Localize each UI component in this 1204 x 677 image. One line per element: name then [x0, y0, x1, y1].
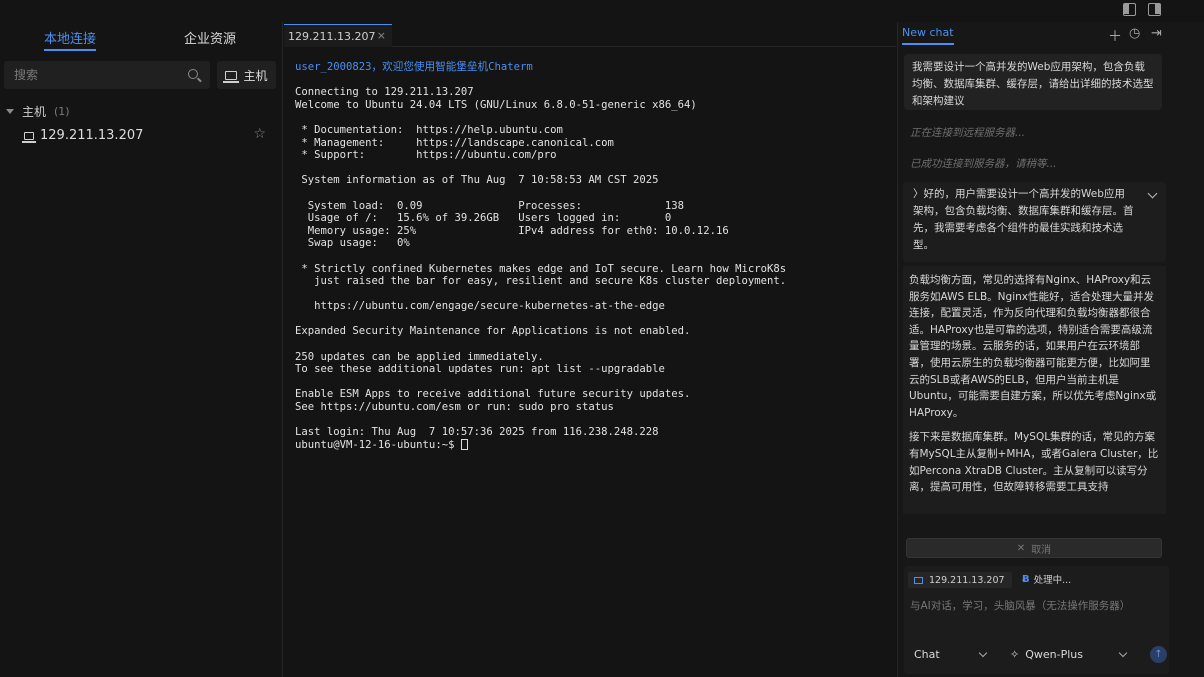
answer-paragraph: 负载均衡方面，常见的选择有Nginx、HAProxy和云服务如AWS ELB。N…	[909, 274, 1157, 419]
close-icon: ✕	[1016, 542, 1026, 554]
terminal-line: Enable ESM Apps to receive additional fu…	[295, 388, 691, 401]
search-icon[interactable]	[188, 69, 198, 79]
laptop-icon	[223, 70, 240, 83]
terminal-line: * Documentation: https://help.ubuntu.com	[295, 123, 563, 136]
cancel-label: 取消	[1031, 544, 1052, 556]
star-icon[interactable]: ☆	[253, 126, 266, 142]
terminal-line: * Strictly confined Kubernetes makes edg…	[295, 262, 787, 275]
host-chip-label: 129.211.13.207	[929, 574, 1005, 586]
chevron-down-icon[interactable]	[1118, 648, 1128, 658]
ai-chat-panel: New chat ＋ ◷ ⇥ 我需要设计一个高并发的Web应用架构，包含负载均衡…	[897, 22, 1204, 677]
terminal-line: 250 updates can be applied immediately.	[295, 350, 544, 363]
send-button[interactable]: ↑	[1150, 646, 1167, 663]
terminal-line: See https://ubuntu.com/esm or run: sudo …	[295, 401, 614, 414]
terminal-line: Expanded Security Maintenance for Applic…	[295, 325, 691, 338]
tab-local-connections[interactable]: 本地连接	[44, 28, 97, 51]
group-label: 主机	[22, 105, 47, 119]
terminal-line: just raised the bar for easy, resilient …	[295, 275, 787, 288]
answer-paragraph: 接下来是数据库集群。MySQL集群的话，常见的方案有MySQL主从复制+MHA，…	[909, 431, 1159, 494]
terminal-line: Last login: Thu Aug 7 10:57:36 2025 from…	[295, 426, 659, 439]
plus-icon[interactable]: ＋	[1108, 26, 1122, 46]
welcome-line: user_2000823，欢迎您使用智能堡垒机Chaterm	[295, 61, 533, 73]
terminal-line: Memory usage: 25% IPv4 address for eth0:…	[295, 224, 729, 237]
terminal-line: Welcome to Ubuntu 24.04 LTS (GNU/Linux 6…	[295, 98, 697, 111]
tab-new-chat[interactable]: New chat	[902, 26, 954, 45]
mode-select[interactable]: Chat	[914, 648, 940, 661]
model-select[interactable]: ✧ Qwen-Plus	[1010, 648, 1083, 661]
prompt-line[interactable]: ubuntu@VM-12-16-ubuntu:~$	[295, 438, 896, 452]
sidebar: 本地连接 企业资源 主机 主机 (1) 129.211.13.207 ☆	[0, 22, 283, 677]
cursor	[460, 438, 468, 450]
laptop-icon	[914, 576, 923, 584]
history-icon[interactable]: ◷	[1129, 26, 1140, 41]
host-button-label: 主机	[243, 68, 268, 83]
host-item-label: 129.211.13.207	[40, 128, 144, 143]
processing-icon: Ƀ	[1022, 573, 1030, 585]
terminal-output: Connecting to 129.211.13.207 Welcome to U…	[295, 74, 896, 439]
host-context-chip[interactable]: 129.211.13.207	[908, 572, 1012, 588]
terminal-line: Connecting to 129.211.13.207	[295, 86, 474, 99]
thinking-block[interactable]: 〉好的，用户需要设计一个高并发的Web应用架构，包含负载均衡、数据库集群和缓存层…	[903, 182, 1166, 262]
toggle-left-panel-icon[interactable]	[1123, 3, 1136, 16]
terminal-line: System load: 0.09 Processes: 138	[295, 199, 685, 212]
terminal-line: Swap usage: 0%	[295, 237, 410, 250]
terminal-tab-bar: 129.211.13.207 ×	[284, 22, 896, 47]
toggle-right-panel-icon[interactable]	[1148, 3, 1161, 16]
terminal[interactable]: user_2000823，欢迎您使用智能堡垒机Chaterm Connectin…	[284, 47, 896, 677]
group-count: (1)	[54, 105, 70, 118]
arrow-up-icon: ↑	[1154, 649, 1163, 660]
processing-label: 处理中...	[1033, 575, 1072, 586]
terminal-line: Usage of /: 15.6% of 39.26GB Users logge…	[295, 212, 672, 225]
search-input[interactable]	[4, 61, 210, 89]
chevron-down-icon[interactable]	[978, 648, 988, 658]
host-group[interactable]: 主机 (1)	[6, 103, 70, 120]
user-message: 我需要设计一个高并发的Web应用架构，包含负载均衡、数据库集群、缓存层，请给出详…	[904, 54, 1162, 110]
terminal-line: https://ubuntu.com/engage/secure-kuberne…	[295, 300, 665, 313]
terminal-tab-label: 129.211.13.207	[288, 29, 376, 43]
close-icon[interactable]: ×	[377, 29, 386, 42]
processing-indicator: Ƀ 处理中...	[1022, 572, 1072, 587]
chat-input-box: 129.211.13.207 Ƀ 处理中... Chat ✧ Qwen-Plus…	[904, 566, 1169, 674]
terminal-line: To see these additional updates run: apt…	[295, 363, 665, 376]
cancel-button[interactable]: ✕ 取消	[906, 538, 1162, 558]
sparkle-icon: ✧	[1010, 648, 1020, 661]
host-item[interactable]: 129.211.13.207 ☆	[22, 126, 274, 143]
host-button[interactable]: 主机	[217, 61, 276, 89]
assistant-answer: 负载均衡方面，常见的选择有Nginx、HAProxy和云服务如AWS ELB。N…	[903, 266, 1166, 514]
title-bar	[0, 0, 1204, 22]
terminal-line: * Support: https://ubuntu.com/pro	[295, 149, 557, 162]
terminal-tab[interactable]: 129.211.13.207 ×	[284, 24, 392, 47]
collapse-icon[interactable]: ⇥	[1151, 26, 1162, 41]
chat-input[interactable]	[910, 600, 1160, 612]
prompt-text: ubuntu@VM-12-16-ubuntu:~$	[295, 438, 461, 451]
thinking-text: 〉好的，用户需要设计一个高并发的Web应用架构，包含负载均衡、数据库集群和缓存层…	[913, 188, 1134, 251]
model-label: Qwen-Plus	[1025, 648, 1083, 661]
status-connecting: 正在连接到远程服务器...	[910, 127, 1026, 139]
laptop-icon	[22, 131, 36, 143]
status-connected: 已成功连接到服务器，请稍等...	[910, 158, 1057, 170]
terminal-line: * Management: https://landscape.canonica…	[295, 136, 614, 149]
search-box	[4, 61, 210, 89]
chevron-down-icon[interactable]	[1147, 188, 1158, 199]
caret-down-icon[interactable]	[6, 109, 14, 114]
tab-enterprise-resources[interactable]: 企业资源	[184, 28, 236, 47]
terminal-line: System information as of Thu Aug 7 10:58…	[295, 174, 659, 187]
